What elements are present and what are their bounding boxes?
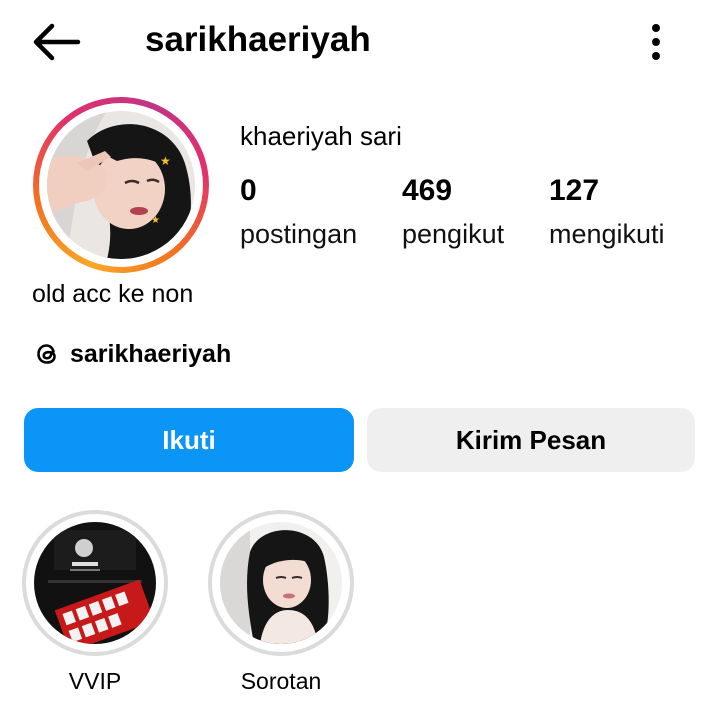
avatar-ring-gap: ★ ★ <box>39 103 203 267</box>
highlight-item-vvip[interactable]: VVIP <box>22 510 168 696</box>
threads-profile-link[interactable]: sarikhaeriyah <box>33 336 231 372</box>
svg-text:★: ★ <box>160 154 171 168</box>
highlight-label: Sorotan <box>240 668 322 694</box>
highlight-cover-vvip <box>34 522 156 644</box>
threads-handle: sarikhaeriyah <box>70 340 232 368</box>
back-button[interactable] <box>26 18 84 66</box>
send-message-button[interactable]: Kirim Pesan <box>367 408 695 472</box>
highlight-item-sorotan[interactable]: Sorotan <box>208 510 354 696</box>
arrow-left-icon <box>33 23 81 61</box>
stat-following-label: mengikuti <box>549 219 665 249</box>
stat-followers-count: 469 <box>402 174 453 207</box>
stat-following[interactable]: 127 mengikuti <box>549 172 665 252</box>
highlight-label: VVIP <box>68 668 122 694</box>
stat-posts: 0 postingan <box>240 172 357 252</box>
profile-username: sarikhaeriyah <box>145 20 371 59</box>
threads-icon <box>37 344 56 364</box>
avatar: ★ ★ <box>47 111 195 259</box>
highlight-ring <box>208 510 354 656</box>
stat-followers[interactable]: 469 pengikut <box>402 172 504 252</box>
profile-bio: old acc ke non <box>32 280 194 308</box>
highlight-ring <box>22 510 168 656</box>
stat-following-count: 127 <box>549 174 600 207</box>
svg-text:★: ★ <box>151 215 160 226</box>
follow-button[interactable]: Ikuti <box>24 408 354 472</box>
stat-followers-label: pengikut <box>402 219 505 249</box>
profile-avatar-story-ring[interactable]: ★ ★ <box>33 97 209 273</box>
highlight-cover-sorotan <box>220 522 342 644</box>
stat-posts-label: postingan <box>240 219 358 249</box>
more-options-button[interactable] <box>636 18 676 66</box>
stat-posts-count: 0 <box>240 174 257 207</box>
profile-full-name: khaeriyah sari <box>240 121 402 151</box>
more-vertical-icon <box>652 24 660 60</box>
